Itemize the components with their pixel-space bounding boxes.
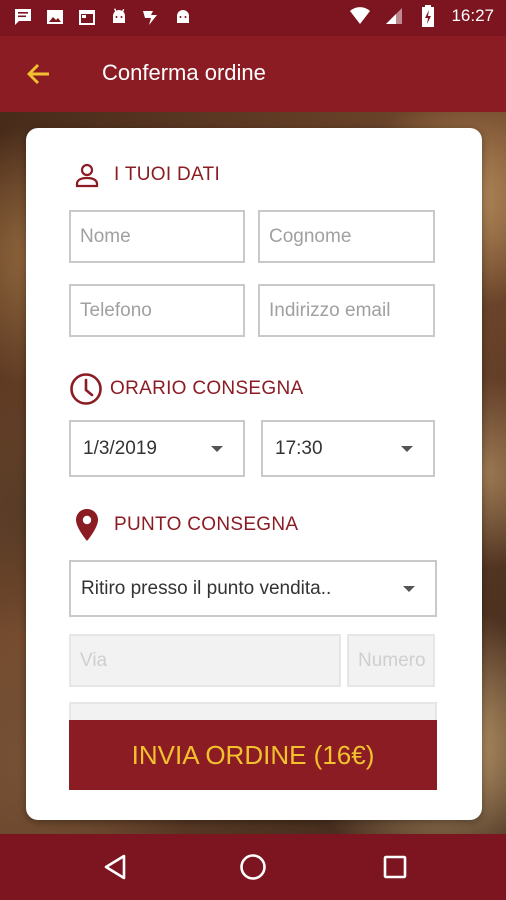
first-name-field[interactable] bbox=[69, 210, 245, 263]
delivery-point-value: Ritiro presso il punto vendita.. bbox=[81, 577, 332, 599]
system-indicators: 16:27 bbox=[349, 5, 494, 27]
system-nav-bar bbox=[0, 834, 506, 900]
submit-order-button[interactable]: INVIA ORDINE (16€) bbox=[69, 720, 437, 790]
order-form-card: I TUOI DATI ORARIO CONSEGNA 1/3/2019 17:… bbox=[26, 128, 482, 820]
image-icon bbox=[44, 6, 66, 28]
time-dropdown[interactable]: 17:30 bbox=[261, 420, 435, 477]
signal-icon bbox=[383, 5, 405, 27]
chevron-down-icon bbox=[401, 445, 413, 452]
section-label: PUNTO CONSEGNA bbox=[114, 514, 299, 535]
nav-recents-button[interactable] bbox=[380, 852, 410, 882]
android-icon bbox=[172, 6, 194, 28]
street-field bbox=[69, 634, 341, 687]
clock-time: 16:27 bbox=[451, 6, 494, 25]
section-label: ORARIO CONSEGNA bbox=[110, 378, 304, 399]
triangle-back-icon bbox=[104, 854, 126, 880]
person-icon bbox=[72, 160, 102, 190]
section-header-delivery-point: PUNTO CONSEGNA bbox=[72, 509, 299, 541]
first-name-input[interactable] bbox=[71, 212, 243, 261]
android-icon bbox=[108, 6, 130, 28]
chevron-down-icon bbox=[403, 585, 415, 592]
message-icon bbox=[12, 6, 34, 28]
delivery-point-dropdown[interactable]: Ritiro presso il punto vendita.. bbox=[69, 560, 437, 617]
email-input[interactable] bbox=[260, 286, 433, 335]
wifi-icon bbox=[349, 5, 371, 27]
battery-icon bbox=[417, 5, 439, 27]
square-recents-icon bbox=[383, 855, 407, 879]
nav-home-button[interactable] bbox=[238, 852, 268, 882]
email-field[interactable] bbox=[258, 284, 435, 337]
street-number-field bbox=[347, 634, 435, 687]
time-value: 17:30 bbox=[275, 437, 323, 459]
location-pin-icon bbox=[72, 509, 102, 541]
last-name-input[interactable] bbox=[260, 212, 433, 261]
last-name-field[interactable] bbox=[258, 210, 435, 263]
phone-input[interactable] bbox=[71, 286, 243, 335]
date-value: 1/3/2019 bbox=[83, 437, 157, 459]
circle-home-icon bbox=[240, 854, 266, 880]
status-bar: 16:27 bbox=[0, 0, 506, 36]
app-bar: Conferma ordine bbox=[0, 36, 506, 112]
street-number-input bbox=[349, 636, 433, 685]
section-header-personal: I TUOI DATI bbox=[72, 160, 220, 190]
notification-icons bbox=[12, 6, 194, 28]
date-dropdown[interactable]: 1/3/2019 bbox=[69, 420, 245, 477]
back-button[interactable] bbox=[22, 58, 54, 90]
page-title: Conferma ordine bbox=[102, 60, 266, 85]
nav-back-button[interactable] bbox=[100, 852, 130, 882]
street-input bbox=[71, 636, 339, 685]
arrow-left-icon bbox=[27, 64, 49, 84]
section-label: I TUOI DATI bbox=[114, 164, 221, 185]
clock-icon bbox=[68, 371, 104, 407]
calendar-icon bbox=[76, 6, 98, 28]
section-header-delivery-time: ORARIO CONSEGNA bbox=[68, 371, 303, 407]
phone-field[interactable] bbox=[69, 284, 245, 337]
chevron-down-icon bbox=[211, 445, 223, 452]
check-icon bbox=[140, 6, 162, 28]
